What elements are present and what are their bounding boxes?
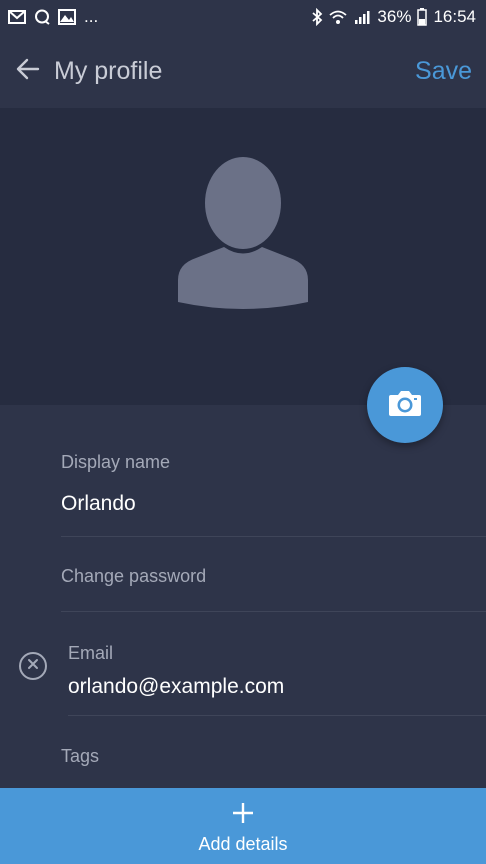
back-button[interactable] bbox=[0, 43, 56, 99]
status-bar-notifications: ... bbox=[8, 7, 98, 27]
battery-icon bbox=[417, 8, 428, 26]
arrow-left-icon bbox=[16, 58, 40, 85]
battery-percent: 36% bbox=[377, 7, 412, 26]
save-button[interactable]: Save bbox=[415, 57, 472, 86]
change-photo-button[interactable] bbox=[367, 367, 443, 443]
page-title: My profile bbox=[54, 56, 163, 85]
display-name-field[interactable]: Orlando bbox=[61, 492, 136, 516]
profile-photo-area bbox=[0, 108, 486, 405]
camera-icon bbox=[388, 389, 422, 422]
mail-icon bbox=[8, 10, 26, 24]
change-password-item[interactable]: Change password bbox=[61, 566, 206, 587]
display-name-label: Display name bbox=[61, 452, 171, 472]
add-details-button[interactable]: Add details bbox=[0, 788, 486, 864]
gallery-icon bbox=[58, 9, 76, 25]
bluetooth-icon bbox=[311, 8, 323, 26]
status-bar: ... 36% 16:54 bbox=[0, 0, 486, 34]
app-toolbar: My profile Save bbox=[0, 34, 486, 108]
chat-icon bbox=[34, 9, 50, 25]
close-icon bbox=[27, 657, 39, 675]
email-label: Email bbox=[68, 643, 114, 663]
remove-email-button[interactable] bbox=[19, 652, 47, 680]
divider bbox=[61, 611, 486, 612]
clock: 16:54 bbox=[433, 7, 476, 26]
divider bbox=[68, 715, 486, 716]
divider bbox=[61, 536, 486, 537]
signal-icon bbox=[353, 9, 371, 25]
status-bar-system: 36% 16:54 bbox=[311, 7, 476, 27]
email-field[interactable]: orlando@example.com bbox=[68, 675, 284, 699]
add-details-label: Add details bbox=[198, 834, 288, 854]
avatar-placeholder-icon bbox=[174, 156, 312, 319]
tags-item[interactable]: Tags bbox=[61, 746, 99, 767]
plus-icon bbox=[232, 802, 254, 829]
more-notifications-indicator: ... bbox=[84, 7, 99, 26]
wifi-icon bbox=[329, 9, 348, 25]
